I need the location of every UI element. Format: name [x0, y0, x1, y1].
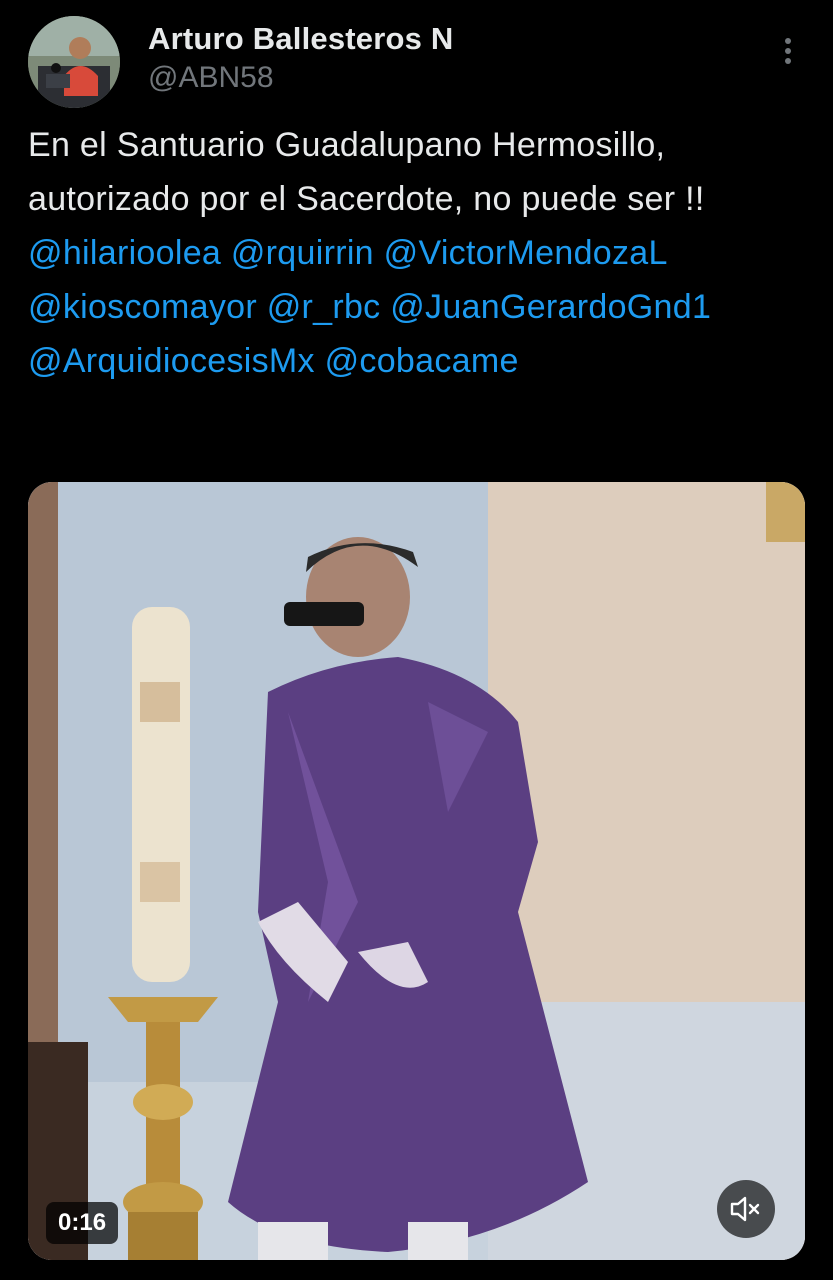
more-vertical-icon-dot: [785, 48, 791, 54]
tweet-body-text: En el Santuario Guadalupano Hermosillo, …: [28, 126, 705, 218]
mention-link[interactable]: @r_rbc: [267, 288, 381, 326]
more-vertical-icon: [785, 38, 791, 44]
mute-toggle-button[interactable]: [717, 1180, 775, 1238]
video-frame: [28, 482, 805, 1260]
tweet-text: En el Santuario Guadalupano Hermosillo, …: [28, 118, 818, 388]
mention-link[interactable]: @JuanGerardoGnd1: [390, 288, 711, 326]
mention-link[interactable]: @cobacame: [325, 342, 519, 380]
mention-link[interactable]: @kioscomayor: [28, 288, 257, 326]
author-handle[interactable]: @ABN58: [148, 58, 453, 98]
speaker-muted-icon: [730, 1196, 760, 1222]
mention-link[interactable]: @VictorMendozaL: [384, 234, 667, 272]
mention-link[interactable]: @ArquidiocesisMx: [28, 342, 315, 380]
author-avatar[interactable]: [28, 16, 120, 108]
tweet-header: Arturo Ballesteros N @ABN58: [28, 16, 808, 112]
more-vertical-icon-dot: [785, 58, 791, 64]
video-duration-badge: 0:16: [46, 1202, 119, 1244]
mention-link[interactable]: @hilarioolea: [28, 234, 221, 272]
video-player[interactable]: 0:16: [28, 482, 805, 1260]
author-display-name[interactable]: Arturo Ballesteros N: [148, 20, 453, 58]
mention-link[interactable]: @rquirrin: [231, 234, 374, 272]
author-names: Arturo Ballesteros N @ABN58: [148, 20, 453, 98]
more-options-button[interactable]: [776, 34, 800, 74]
